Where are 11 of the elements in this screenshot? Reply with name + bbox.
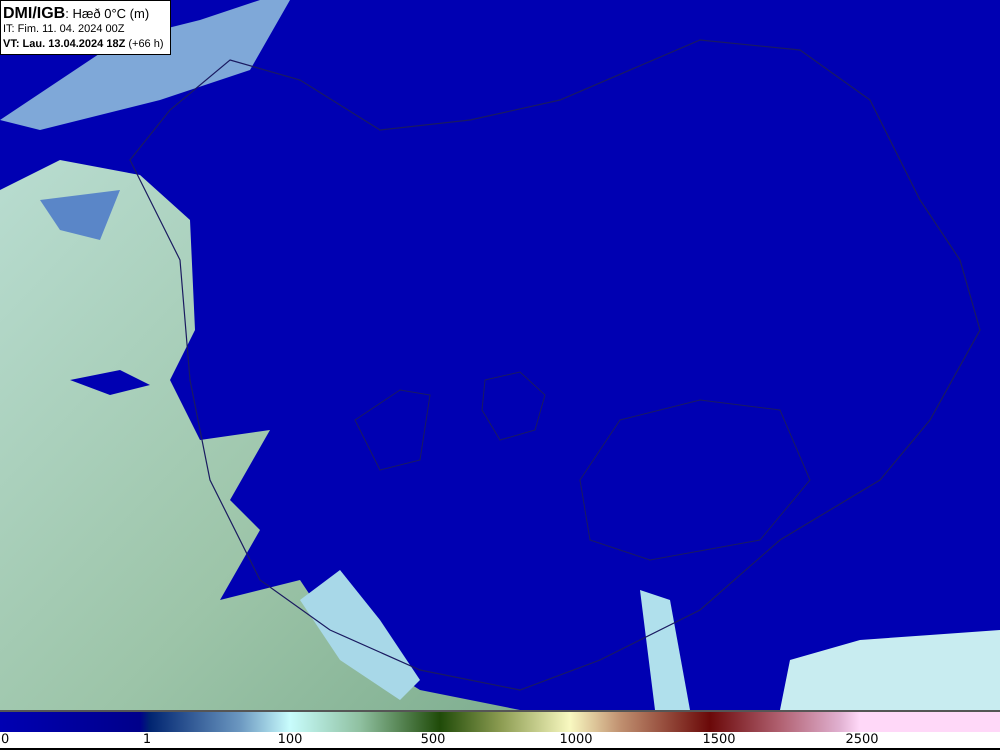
scale-tick-label: 1500: [702, 732, 736, 748]
scale-tick-label: 2500: [845, 732, 879, 748]
scale-tick-label: 100: [278, 732, 302, 748]
source-label: DMI/IGB: [3, 5, 66, 22]
scale-tick-label: 0: [1, 732, 10, 748]
scale-tick-label: 1: [142, 732, 152, 748]
scale-tick-label: 500: [420, 732, 446, 748]
valid-time: VT: Lau. 13.04.2024 18Z (+66 h): [3, 37, 164, 52]
issue-time: IT: Fim. 11. 04. 2024 00Z: [3, 22, 126, 37]
scale-tick-label: 1000: [559, 732, 593, 748]
map-title: : Hæð 0°C (m): [65, 6, 150, 21]
